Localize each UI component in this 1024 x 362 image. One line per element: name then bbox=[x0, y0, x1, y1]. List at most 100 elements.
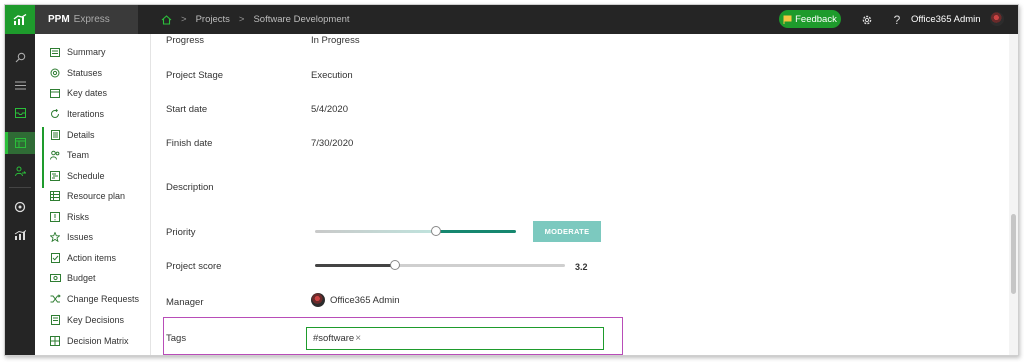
project-score-label: Project score bbox=[166, 261, 222, 272]
sidenav-item-issues[interactable]: Issues bbox=[35, 227, 150, 247]
sidenav-item-label: Details bbox=[67, 130, 95, 140]
statuses-icon bbox=[49, 67, 61, 79]
app-window: PPM Express > Projects > Software Develo… bbox=[4, 4, 1019, 356]
sidenav-item-key-dates[interactable]: Key dates bbox=[35, 83, 150, 103]
project-sidenav: Summary Statuses Key dates Iterations De… bbox=[35, 34, 151, 355]
home-icon[interactable] bbox=[161, 14, 172, 25]
key-decisions-icon bbox=[49, 314, 61, 326]
schedule-icon bbox=[49, 170, 61, 182]
sidenav-item-budget[interactable]: Budget bbox=[35, 268, 150, 288]
app-logo-icon[interactable] bbox=[5, 5, 35, 34]
sidenav-item-label: Schedule bbox=[67, 171, 105, 181]
manager-name: Office365 Admin bbox=[330, 294, 400, 306]
sidenav-item-label: Key dates bbox=[67, 88, 108, 98]
tags-label: Tags bbox=[166, 333, 187, 344]
user-name[interactable]: Office365 Admin bbox=[911, 5, 981, 34]
sidenav-item-label: Key Decisions bbox=[67, 315, 125, 325]
scrollbar-thumb[interactable] bbox=[1011, 214, 1016, 294]
portfolio-icon[interactable] bbox=[5, 196, 35, 218]
feedback-button[interactable]: Feedback bbox=[779, 10, 841, 28]
user-avatar[interactable] bbox=[990, 12, 1004, 26]
left-rail bbox=[5, 34, 35, 355]
reports-icon[interactable] bbox=[5, 224, 35, 246]
sidenav-item-label: Budget bbox=[67, 273, 96, 283]
progress-label: Progress bbox=[166, 35, 205, 46]
settings-gear-icon[interactable] bbox=[857, 5, 877, 34]
feedback-label: Feedback bbox=[795, 13, 837, 25]
project-score-slider-thumb[interactable] bbox=[390, 260, 400, 270]
breadcrumb-separator: > bbox=[181, 14, 187, 25]
progress-value[interactable]: In Progress bbox=[311, 35, 360, 46]
issues-icon bbox=[49, 231, 61, 243]
priority-value-badge: MODERATE bbox=[533, 221, 601, 242]
project-stage-value[interactable]: Execution bbox=[311, 70, 353, 81]
sidenav-item-schedule[interactable]: Schedule bbox=[35, 166, 150, 186]
breadcrumb-current: Software Development bbox=[253, 14, 350, 25]
sidenav-item-label: Risks bbox=[67, 212, 89, 222]
sidenav-item-iterations[interactable]: Iterations bbox=[35, 104, 150, 124]
project-score-slider-track[interactable] bbox=[315, 264, 565, 267]
tag-remove-icon[interactable]: × bbox=[355, 333, 361, 344]
calendar-icon bbox=[49, 87, 61, 99]
content-scrollbar[interactable] bbox=[1009, 34, 1018, 355]
breadcrumb: > Projects > Software Development bbox=[161, 5, 350, 34]
sidenav-item-label: Summary bbox=[67, 47, 106, 57]
manager-avatar bbox=[311, 293, 325, 307]
project-score-value: 3.2 bbox=[575, 262, 588, 272]
priority-slider-thumb[interactable] bbox=[430, 226, 441, 236]
people-icon[interactable] bbox=[5, 160, 35, 182]
sidenav-item-risks[interactable]: Risks bbox=[35, 207, 150, 227]
sidenav-item-label: Team bbox=[67, 150, 90, 160]
decision-matrix-icon bbox=[49, 335, 61, 347]
app-brand[interactable]: PPM Express bbox=[35, 5, 138, 34]
sidenav-item-team[interactable]: Team bbox=[35, 145, 150, 165]
search-icon[interactable] bbox=[5, 46, 35, 68]
sidenav-item-label: Resource plan bbox=[67, 191, 126, 201]
change-requests-icon bbox=[49, 293, 61, 305]
details-icon bbox=[49, 129, 61, 141]
tag-chip-label: #software bbox=[313, 333, 355, 344]
sidenav-item-label: Issues bbox=[67, 232, 94, 242]
sidenav-item-label: Change Requests bbox=[67, 294, 140, 304]
project-details-panel: Progress In Progress Project Stage Execu… bbox=[151, 34, 1009, 355]
projects-icon[interactable] bbox=[5, 132, 35, 154]
sidenav-item-label: Decision Matrix bbox=[67, 336, 129, 346]
breadcrumb-projects[interactable]: Projects bbox=[196, 14, 230, 25]
description-label: Description bbox=[166, 182, 214, 193]
help-icon[interactable]: ? bbox=[889, 5, 905, 34]
finish-date-label: Finish date bbox=[166, 138, 213, 149]
brand-name: PPM bbox=[48, 14, 70, 25]
sidenav-item-action-items[interactable]: Action items bbox=[35, 248, 150, 268]
tags-input[interactable]: #software × bbox=[306, 327, 604, 350]
start-date-label: Start date bbox=[166, 104, 208, 115]
sidenav-item-statuses[interactable]: Statuses bbox=[35, 63, 150, 83]
top-bar: PPM Express > Projects > Software Develo… bbox=[5, 5, 1018, 34]
sidenav-item-key-decisions[interactable]: Key Decisions bbox=[35, 310, 150, 330]
sidenav-item-details[interactable]: Details bbox=[35, 125, 150, 145]
risks-icon bbox=[49, 211, 61, 223]
sidenav-item-resource-plan[interactable]: Resource plan bbox=[35, 186, 150, 206]
tag-chip[interactable]: #software × bbox=[313, 333, 361, 344]
start-date-value[interactable]: 5/4/2020 bbox=[311, 104, 348, 115]
iterations-icon bbox=[49, 108, 61, 120]
sidenav-item-decision-matrix[interactable]: Decision Matrix bbox=[35, 331, 150, 351]
sidenav-item-label: Action items bbox=[67, 253, 117, 263]
rail-divider bbox=[9, 187, 31, 188]
priority-slider-track[interactable] bbox=[315, 230, 516, 233]
priority-label: Priority bbox=[166, 227, 196, 238]
flag-icon bbox=[783, 15, 792, 24]
rail-active-indicator bbox=[5, 132, 8, 154]
inbox-icon[interactable] bbox=[5, 102, 35, 124]
manager-field[interactable]: Office365 Admin bbox=[311, 293, 400, 307]
breadcrumb-separator: > bbox=[238, 14, 245, 25]
brand-edition: Express bbox=[73, 14, 110, 25]
sidenav-item-summary[interactable]: Summary bbox=[35, 42, 150, 62]
sidenav-item-label: Iterations bbox=[67, 109, 105, 119]
action-items-icon bbox=[49, 252, 61, 264]
sidenav-item-change-requests[interactable]: Change Requests bbox=[35, 289, 150, 309]
sidenav-item-label: Statuses bbox=[67, 68, 103, 78]
manager-label: Manager bbox=[166, 297, 204, 308]
menu-icon[interactable] bbox=[5, 74, 35, 96]
finish-date-value[interactable]: 7/30/2020 bbox=[311, 138, 353, 149]
budget-icon bbox=[49, 272, 61, 284]
